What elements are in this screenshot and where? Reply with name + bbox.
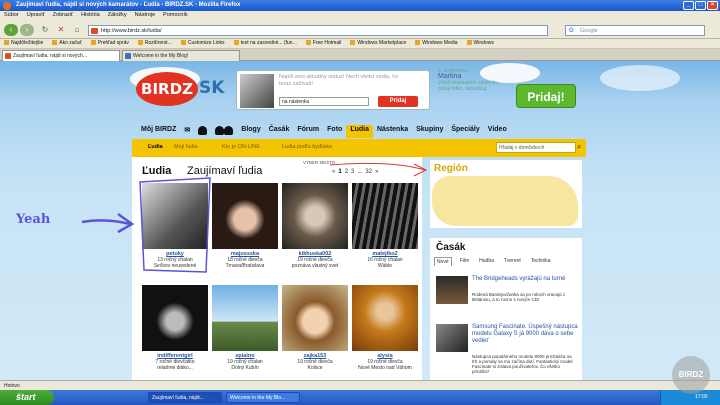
casak-tab[interactable]: Tvenret: [502, 257, 523, 266]
clock: 17:00: [695, 394, 708, 400]
casak-tab[interactable]: Nové: [434, 257, 452, 266]
casak-tab[interactable]: Film: [458, 257, 471, 266]
casak-tab[interactable]: Technika: [529, 257, 553, 266]
status-bar: Hotovo: [0, 380, 720, 390]
casak-panel: Časák Nové Film Hudba Tvenret Technika T…: [430, 238, 582, 380]
casak-title: Časák: [436, 242, 466, 253]
article-desc: Nástupca populárneho modelu 9000 prichád…: [472, 354, 573, 374]
taskbar-item[interactable]: Zaujímaví ľudia, nájdi...: [148, 392, 222, 403]
taskbar: štart Zaujímaví ľudia, nájdi... Welcome …: [0, 390, 720, 405]
article-image[interactable]: [436, 276, 468, 304]
start-button[interactable]: štart: [0, 390, 54, 405]
article-title[interactable]: Samsung Fascinate. Úspešný nástupca mode…: [472, 324, 578, 345]
annotation-note: VÝBER MESTO: [303, 160, 336, 165]
birdz-watermark: BIRDZ: [672, 356, 710, 394]
casak-tabs: Nové Film Hudba Tvenret Technika: [434, 257, 553, 266]
region-map[interactable]: [432, 176, 578, 226]
annotation-overlay: [81, 162, 428, 273]
annotation-red-arrow: [329, 162, 428, 177]
region-title: Región: [434, 163, 468, 174]
annotation-arrow: [81, 212, 135, 234]
taskbar-item[interactable]: Welcome in the My Blo...: [226, 392, 300, 403]
article-title[interactable]: The Bridgeheads vyrážajú na turné: [472, 276, 578, 283]
article-desc: Rodená Bardejovčanka sa po rokoch vracaj…: [472, 292, 566, 302]
annotation-text: Yeah: [16, 212, 51, 227]
region-panel: Región: [430, 160, 582, 228]
article-image[interactable]: [436, 324, 468, 352]
annotation-box: [139, 177, 211, 273]
casak-tab[interactable]: Hudba: [477, 257, 496, 266]
